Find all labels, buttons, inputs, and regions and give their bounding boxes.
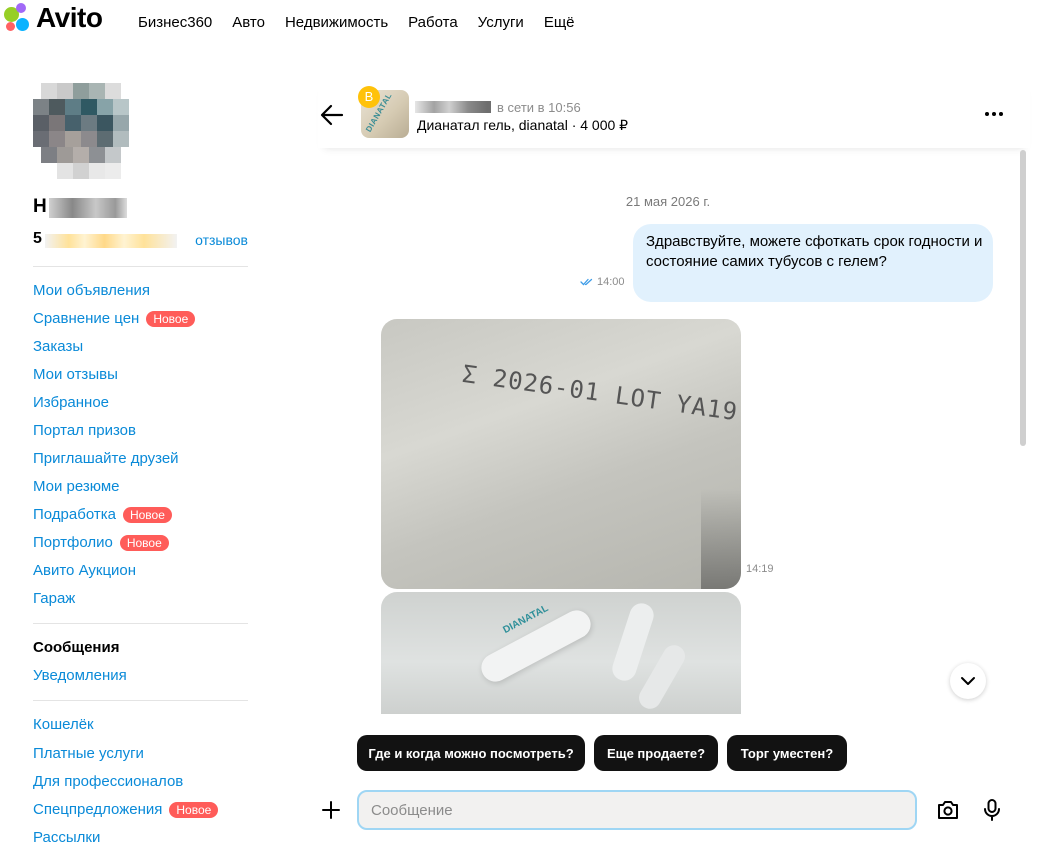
- chat-header: В DIANATAL в сети в 10:56 Дианатал гель,…: [318, 80, 1030, 148]
- quick-reply-bargain[interactable]: Торг уместен?: [727, 735, 847, 771]
- listing-title[interactable]: Дианатал гель, dianatal · 4 000 ₽: [417, 117, 628, 134]
- sidebar-item-label: Подработка: [33, 506, 116, 523]
- sidebar-item-label: Авито Аукцион: [33, 562, 137, 579]
- rating-blur: [45, 234, 177, 248]
- message-photo-tubes[interactable]: DIANATAL: [381, 592, 741, 714]
- profile-name-initial: Н: [33, 196, 47, 217]
- sidebar-divider: [33, 266, 248, 267]
- seller-badge: В: [358, 86, 380, 108]
- sidebar-item-label: Кошелёк: [33, 716, 94, 733]
- scroll-to-bottom-button[interactable]: [950, 663, 986, 699]
- message-input[interactable]: [357, 790, 917, 830]
- sidebar-item-label: Портфолио: [33, 534, 113, 551]
- outgoing-message-text: Здравствуйте, можете сфоткать срок годно…: [646, 233, 983, 270]
- topnav-realty[interactable]: Недвижимость: [285, 14, 388, 31]
- reviews-link[interactable]: отзывов: [195, 232, 248, 248]
- message-list[interactable]: 21 мая 2026 г. Здравствуйте, можете сфот…: [318, 148, 1018, 714]
- double-check-icon: [580, 278, 593, 286]
- new-badge: Новое: [169, 801, 219, 818]
- sidebar-item-label: Мои объявления: [33, 282, 150, 299]
- outgoing-message-time: 14:00: [597, 276, 625, 288]
- new-badge: Новое: [119, 534, 169, 551]
- sidebar-item-paid-services[interactable]: Платные услуги: [33, 745, 144, 762]
- sidebar-item-prize-portal[interactable]: Портал призов: [33, 422, 136, 439]
- sidebar-item-portfolio[interactable]: Портфолио Новое: [33, 534, 169, 551]
- photo-nozzle-shape: [634, 641, 690, 713]
- photo-nozzle-shape: [609, 600, 657, 684]
- sidebar-item-special-offers[interactable]: Спецпредложения Новое: [33, 801, 219, 818]
- quick-reply-still-selling[interactable]: Еще продаете?: [594, 735, 718, 771]
- topnav-services[interactable]: Услуги: [478, 14, 524, 31]
- photo-message-time: 14:19: [746, 563, 774, 575]
- sidebar-item-label: Сравнение цен: [33, 310, 140, 327]
- sidebar-item-notifications[interactable]: Уведомления: [33, 667, 127, 684]
- profile-rating: 5 отзывов: [33, 230, 253, 250]
- sidebar-item-label: Сообщения: [33, 639, 120, 656]
- sidebar-item-my-listings[interactable]: Мои объявления: [33, 282, 150, 299]
- scrollbar-thumb[interactable]: [1020, 150, 1026, 446]
- sidebar-item-messages[interactable]: Сообщения: [33, 639, 119, 656]
- rating-initial: 5: [33, 230, 42, 247]
- new-badge: Новое: [146, 310, 196, 327]
- sidebar-item-mailings[interactable]: Рассылки: [33, 829, 100, 846]
- quick-reply-when-where[interactable]: Где и когда можно посмотреть?: [357, 735, 585, 771]
- message-photo-expiry[interactable]: Σ 2026-01 LOT YA19: [381, 319, 741, 589]
- sidebar-item-my-reviews[interactable]: Мои отзывы: [33, 366, 118, 383]
- back-arrow-icon[interactable]: [320, 104, 344, 126]
- outgoing-message-meta: 14:00: [580, 276, 625, 288]
- sidebar-item-label: Гараж: [33, 590, 76, 607]
- sidebar-item-label: Заказы: [33, 338, 84, 355]
- messages-scrollbar[interactable]: [1018, 148, 1028, 714]
- photo-stamp-text: Σ 2026-01 LOT YA19: [460, 359, 740, 427]
- profile-name[interactable]: Н: [33, 196, 127, 220]
- seller-status-row: в сети в 10:56: [415, 99, 581, 115]
- sidebar-item-invite-friends[interactable]: Приглашайте друзей: [33, 450, 179, 467]
- seller-name-blur[interactable]: [415, 101, 491, 113]
- sidebar-item-favorites[interactable]: Избранное: [33, 394, 109, 411]
- chevron-down-icon: [961, 677, 975, 685]
- sidebar-item-wallet[interactable]: Кошелёк: [33, 716, 94, 733]
- photo-shadow: [701, 489, 741, 589]
- sidebar-item-for-pros[interactable]: Для профессионалов: [33, 773, 183, 790]
- topnav-more[interactable]: Ещё: [544, 14, 575, 31]
- sidebar-item-garage[interactable]: Гараж: [33, 590, 75, 607]
- sidebar-item-label: Для профессионалов: [33, 773, 184, 790]
- sidebar-divider: [33, 700, 248, 701]
- message-composer: [318, 784, 1030, 840]
- microphone-icon[interactable]: [982, 798, 1002, 822]
- sidebar-item-orders[interactable]: Заказы: [33, 338, 83, 355]
- sidebar-item-label: Спецпредложения: [33, 801, 163, 818]
- sidebar-item-label: Рассылки: [33, 829, 101, 846]
- new-badge: Новое: [122, 506, 172, 523]
- date-separator: 21 мая 2026 г.: [625, 194, 711, 209]
- sidebar-item-label: Уведомления: [33, 667, 127, 684]
- avatar[interactable]: [33, 83, 139, 187]
- sidebar-divider: [33, 623, 248, 624]
- outgoing-message-bubble[interactable]: Здравствуйте, можете сфоткать срок годно…: [633, 224, 993, 302]
- topnav-jobs[interactable]: Работа: [408, 14, 458, 31]
- sidebar-item-label: Мои резюме: [33, 478, 120, 495]
- sidebar-item-my-resumes[interactable]: Мои резюме: [33, 478, 120, 495]
- sidebar-item-label: Платные услуги: [33, 745, 144, 762]
- sidebar: Н 5 отзывов Мои объявления Сравнение цен…: [0, 0, 270, 846]
- camera-icon[interactable]: [936, 799, 960, 821]
- sidebar-item-label: Портал призов: [33, 422, 136, 439]
- sidebar-item-side-jobs[interactable]: Подработка Новое: [33, 506, 172, 523]
- sidebar-item-label: Избранное: [33, 394, 110, 411]
- name-blur: [49, 198, 127, 218]
- sidebar-item-label: Приглашайте друзей: [33, 450, 179, 467]
- sidebar-item-price-compare[interactable]: Сравнение цен Новое: [33, 310, 196, 327]
- attach-plus-icon[interactable]: [321, 800, 341, 820]
- sidebar-item-auction[interactable]: Авито Аукцион: [33, 562, 136, 579]
- online-status: в сети в 10:56: [497, 99, 581, 115]
- more-options-icon[interactable]: [984, 111, 1004, 117]
- sidebar-item-label: Мои отзывы: [33, 366, 118, 383]
